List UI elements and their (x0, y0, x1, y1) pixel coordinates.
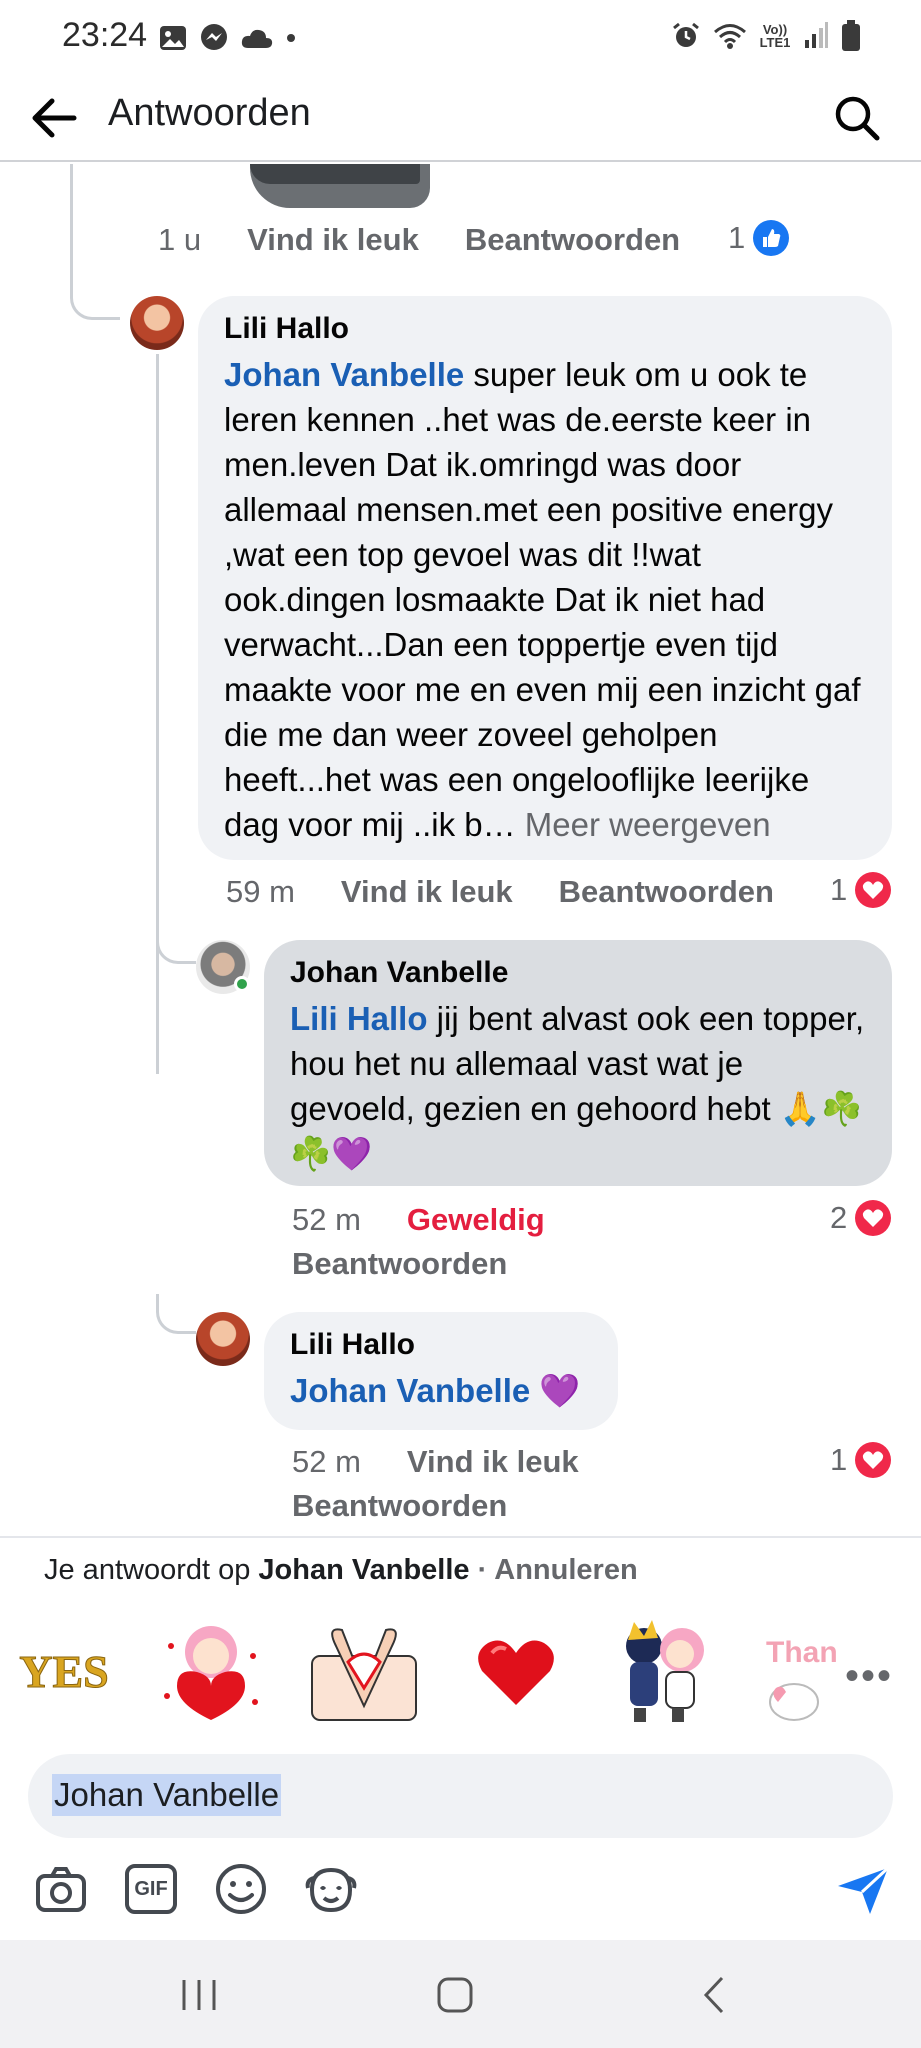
love-icon (855, 1200, 892, 1236)
comment-meta: 1 u Vind ik leuk Beantwoorden (158, 222, 726, 258)
like-button[interactable]: Vind ik leuk (247, 222, 419, 258)
gif-label: GIF (125, 1864, 177, 1914)
avatar[interactable] (130, 296, 184, 350)
alarm-icon (673, 22, 699, 47)
reaction-count: 1 (728, 220, 746, 255)
reaction-count: 1 (830, 872, 848, 907)
like-button[interactable]: Geweldig (407, 1202, 545, 1238)
comment-input[interactable]: Johan Vanbelle (28, 1754, 893, 1838)
thread-connector (156, 1294, 196, 1334)
mention-link[interactable]: Johan Vanbelle (290, 1372, 530, 1409)
yes-sticker[interactable]: YES (14, 1616, 114, 1726)
comment-body: 💜 (530, 1372, 581, 1409)
reaction-count: 2 (830, 1200, 848, 1235)
comment-meta-2: Beantwoorden (292, 1246, 553, 1282)
heart-hands-sticker[interactable] (306, 1616, 422, 1726)
avatar-sticker-icon[interactable] (302, 1860, 360, 1918)
comment-time: 1 u (158, 222, 202, 257)
reaction-summary[interactable]: 1 (830, 872, 892, 908)
like-button[interactable]: Vind ik leuk (407, 1444, 579, 1480)
status-bar: 23:24 Vo)) LTE1 (0, 0, 921, 72)
replying-to-bar: Je antwoordt op Johan Vanbelle · Annuler… (0, 1536, 921, 1602)
see-more-link[interactable]: Meer weergeven (525, 806, 771, 843)
reaction-count: 1 (830, 1442, 848, 1477)
online-status-icon (234, 976, 250, 992)
comment-body: super leuk om u ook te leren kennen ..he… (224, 356, 861, 843)
cancel-reply-button[interactable]: Annuleren (494, 1554, 637, 1586)
comment-author[interactable]: Lili Hallo (224, 312, 866, 346)
heart-girl-sticker[interactable] (156, 1616, 266, 1726)
gallery-icon (160, 26, 186, 50)
couple-sticker[interactable] (604, 1616, 720, 1726)
emoji-icon[interactable] (212, 1860, 270, 1918)
comment-time: 52 m (292, 1444, 361, 1479)
love-icon (855, 872, 892, 908)
comment-input-value[interactable]: Johan Vanbelle (52, 1774, 282, 1816)
more-stickers-button[interactable]: ••• (845, 1654, 893, 1699)
comment-bubble[interactable]: Lili Hallo Johan Vanbelle super leuk om … (198, 296, 892, 860)
reply-button[interactable]: Beantwoorden (559, 874, 774, 910)
attached-image-shadow (250, 164, 420, 184)
reaction-summary[interactable]: 1 (830, 1442, 892, 1478)
comment-bubble[interactable]: Johan Vanbelle Lili Hallo jij bent alvas… (264, 940, 892, 1186)
comment-meta: 52 m Vind ik leuk (292, 1444, 625, 1480)
comment-meta: 52 m Geweldig (292, 1202, 591, 1238)
reaction-summary[interactable]: 1 (728, 220, 790, 256)
home-icon[interactable] (430, 1970, 480, 2020)
comment-meta: 59 m Vind ik leuk Beantwoorden (226, 874, 820, 910)
reply-target-name: Johan Vanbelle (258, 1554, 470, 1586)
comment-author[interactable]: Johan Vanbelle (290, 956, 866, 990)
mention-link[interactable]: Johan Vanbelle (224, 356, 464, 393)
comment-text: Lili Hallo jij bent alvast ook een toppe… (290, 996, 866, 1176)
reply-button[interactable]: Beantwoorden (292, 1488, 507, 1524)
arrow-left-icon[interactable] (26, 90, 82, 146)
system-nav-bar (0, 1940, 921, 2048)
battery-icon (842, 20, 860, 51)
thread-connector (156, 924, 196, 964)
search-icon[interactable] (829, 90, 885, 146)
comment-bubble[interactable]: Lili Hallo Johan Vanbelle 💜 (264, 1312, 618, 1430)
messenger-icon (201, 24, 227, 50)
reply-prefix: Je antwoordt op (44, 1554, 259, 1586)
avatar[interactable] (196, 1312, 250, 1366)
like-icon (753, 220, 790, 256)
comment-text: Johan Vanbelle super leuk om u ook te le… (224, 352, 866, 847)
volte-icon: Vo)) LTE1 (759, 22, 791, 50)
thank-you-sticker[interactable]: Than (760, 1616, 840, 1726)
comment-time: 59 m (226, 874, 295, 909)
red-heart-sticker[interactable] (468, 1616, 564, 1726)
like-button[interactable]: Vind ik leuk (341, 874, 513, 910)
gif-icon[interactable]: GIF (122, 1860, 180, 1918)
mention-link[interactable]: Lili Hallo (290, 1000, 428, 1037)
thread-line (156, 354, 159, 1074)
reply-button[interactable]: Beantwoorden (292, 1246, 507, 1282)
wifi-icon (714, 24, 746, 49)
page-title: Antwoorden (108, 92, 311, 134)
status-right-icons: Vo)) LTE1 (671, 20, 861, 52)
camera-icon[interactable] (32, 1860, 90, 1918)
love-icon (855, 1442, 892, 1478)
thread-connector (70, 264, 120, 320)
reply-separator: · (469, 1554, 495, 1586)
comment-meta-2: Beantwoorden (292, 1488, 553, 1524)
reaction-summary[interactable]: 2 (830, 1200, 892, 1236)
signal-icon (805, 22, 828, 48)
comment-thread[interactable]: 1 u Vind ik leuk Beantwoorden 1 Lili Hal… (0, 164, 921, 1536)
composer-toolbar: GIF (0, 1850, 921, 1930)
reply-button[interactable]: Beantwoorden (465, 222, 680, 258)
back-nav-icon[interactable] (690, 1970, 740, 2020)
app-bar: Antwoorden (0, 72, 921, 162)
comment-time: 52 m (292, 1202, 361, 1237)
status-left-icons (158, 22, 298, 54)
recent-apps-icon[interactable] (174, 1970, 224, 2020)
cloud-icon (241, 29, 273, 48)
status-time: 23:24 (62, 16, 148, 54)
sticker-tray: YES Than ••• (0, 1602, 921, 1742)
comment-author[interactable]: Lili Hallo (290, 1328, 592, 1362)
dot-icon (287, 34, 295, 42)
comment-text: Johan Vanbelle 💜 (290, 1368, 592, 1413)
send-icon[interactable] (834, 1860, 892, 1918)
